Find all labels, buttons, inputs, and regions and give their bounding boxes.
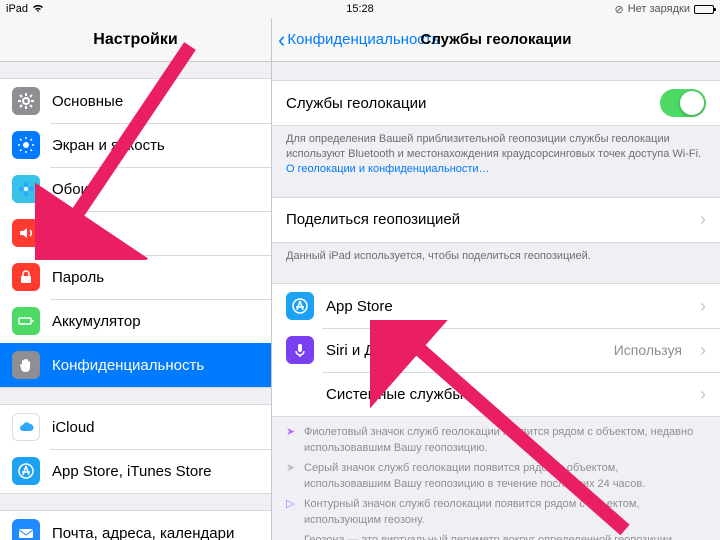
sidebar-item-label: Почта, адреса, календари <box>52 525 234 540</box>
app-row[interactable]: App Store › <box>272 284 720 328</box>
sidebar-item-label: Аккумулятор <box>52 313 141 330</box>
back-button[interactable]: ‹ Конфиденциальность <box>272 29 439 51</box>
sidebar-item-label: Основные <box>52 93 123 110</box>
sidebar-item-lock[interactable]: Пароль <box>0 255 271 299</box>
sidebar-item-speaker[interactable]: Звуки <box>0 211 271 255</box>
sidebar-item-cloud[interactable]: iCloud <box>0 405 271 449</box>
sidebar-item-label: App Store, iTunes Store <box>52 463 212 480</box>
app-label: Siri и Диктовка <box>326 342 602 359</box>
sun-icon <box>12 131 40 159</box>
location-arrow-outline-icon: ▷ <box>286 497 296 529</box>
appstore-icon <box>12 457 40 485</box>
system-services-row[interactable]: Системные службы › <box>272 372 720 416</box>
not-charging-icon: ⊘ <box>615 3 624 16</box>
detail-header: ‹ Конфиденциальность Службы геолокации <box>272 18 720 62</box>
toggle-switch[interactable] <box>660 89 706 117</box>
location-arrow-icon: ➤ <box>286 425 296 457</box>
hand-icon <box>12 351 40 379</box>
back-label: Конфиденциальность <box>287 31 439 48</box>
status-bar: iPad 15:28 ⊘ Нет зарядки <box>0 0 720 18</box>
cloud-icon <box>12 413 40 441</box>
chevron-right-icon: › <box>700 209 706 230</box>
sidebar-item-label: Обои <box>52 181 89 198</box>
app-status: Используя <box>614 342 682 358</box>
app-row[interactable]: Siri и Диктовка Используя › <box>272 328 720 372</box>
sidebar-item-hand[interactable]: Конфиденциальность <box>0 343 271 387</box>
chevron-left-icon: ‹ <box>278 29 285 51</box>
battery-icon <box>694 5 714 14</box>
detail-pane: ‹ Конфиденциальность Службы геолокации С… <box>272 18 720 540</box>
location-arrow-icon: ➤ <box>286 461 296 493</box>
sidebar-item-appstore[interactable]: App Store, iTunes Store <box>0 449 271 493</box>
chevron-right-icon: › <box>700 296 706 317</box>
clock: 15:28 <box>346 3 374 15</box>
speaker-icon <box>12 219 40 247</box>
sidebar-item-flower[interactable]: Обои <box>0 167 271 211</box>
share-location-row[interactable]: Поделиться геопозицией › <box>272 198 720 242</box>
mail-icon <box>12 519 40 540</box>
legend: ➤Фиолетовый значок служб геолокации появ… <box>272 417 720 540</box>
gear-icon <box>12 87 40 115</box>
sidebar-item-gear[interactable]: Основные <box>0 79 271 123</box>
sidebar-item-label: Конфиденциальность <box>52 357 204 374</box>
sidebar-item-label: Пароль <box>52 269 104 286</box>
charge-label: Нет зарядки <box>628 3 690 15</box>
detail-title: Службы геолокации <box>421 31 572 48</box>
lock-icon <box>12 263 40 291</box>
toggle-footer: Для определения Вашей приблизительной ге… <box>272 126 720 179</box>
sidebar-title: Настройки <box>0 18 271 62</box>
mic-icon <box>286 336 314 364</box>
chevron-right-icon: › <box>700 384 706 405</box>
chevron-right-icon: › <box>700 340 706 361</box>
settings-sidebar: Настройки Основные Экран и яркость Обои Зву… <box>0 18 272 540</box>
location-services-toggle-row[interactable]: Службы геолокации <box>272 81 720 125</box>
app-label: App Store <box>326 298 682 315</box>
sidebar-item-battery[interactable]: Аккумулятор <box>0 299 271 343</box>
appstore-icon <box>286 292 314 320</box>
share-footer: Данный iPad используется, чтобы поделить… <box>272 243 720 266</box>
sidebar-item-sun[interactable]: Экран и яркость <box>0 123 271 167</box>
wifi-icon <box>32 3 44 16</box>
device-label: iPad <box>6 3 28 15</box>
sidebar-item-label: Экран и яркость <box>52 137 165 154</box>
battery-icon <box>12 307 40 335</box>
system-services-label: Системные службы <box>326 386 682 403</box>
sidebar-item-mail[interactable]: Почта, адреса, календари <box>0 511 271 540</box>
flower-icon <box>12 175 40 203</box>
sidebar-item-label: Звуки <box>52 225 91 242</box>
about-link[interactable]: О геолокации и конфиденциальности… <box>286 163 490 175</box>
sidebar-item-label: iCloud <box>52 419 95 436</box>
